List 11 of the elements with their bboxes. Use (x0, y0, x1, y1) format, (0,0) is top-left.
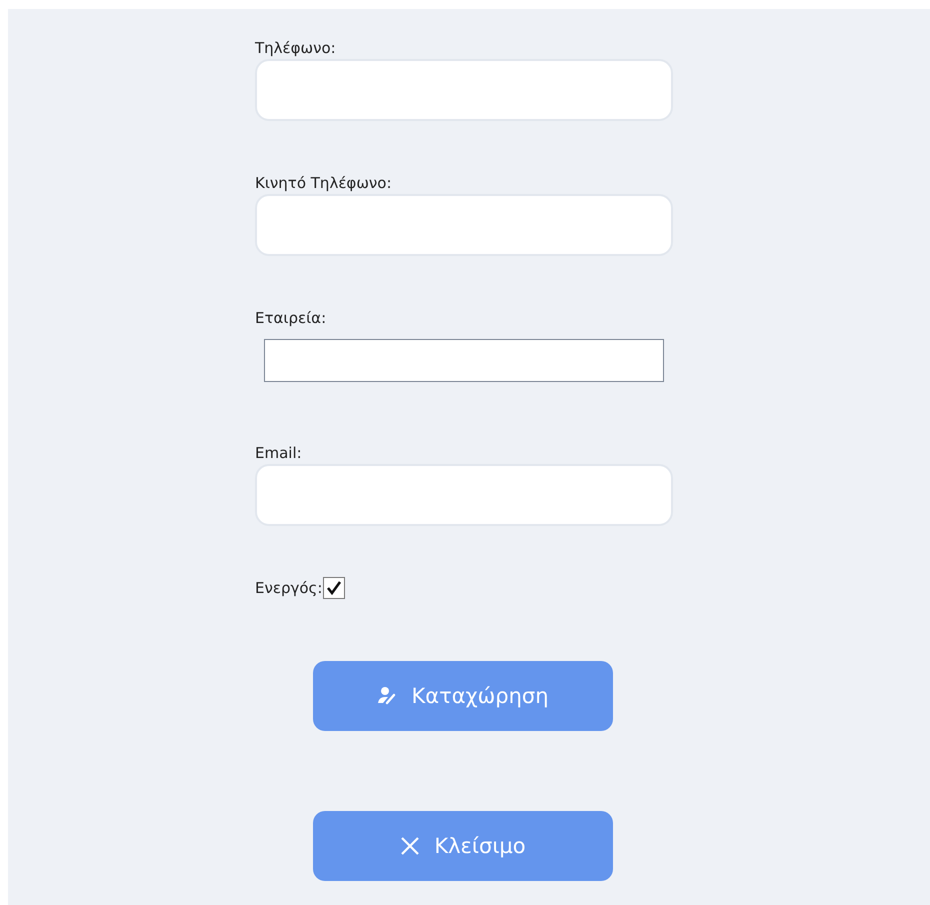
field-label: Τηλέφωνο: (255, 38, 336, 59)
field-label: Email: (255, 443, 302, 464)
checkbox[interactable] (323, 577, 346, 599)
close-icon (400, 836, 420, 856)
field-label: Εταιρεία: (255, 308, 326, 329)
close-button[interactable]: Κλείσιμο (313, 811, 613, 881)
input-field[interactable] (264, 339, 664, 382)
submit-button[interactable]: Καταχώρηση (313, 661, 613, 731)
checkbox-label: Ενεργός: (255, 578, 322, 599)
field-label: Κινητό Τηλέφωνο: (255, 173, 392, 194)
user-edit-icon (377, 686, 398, 706)
